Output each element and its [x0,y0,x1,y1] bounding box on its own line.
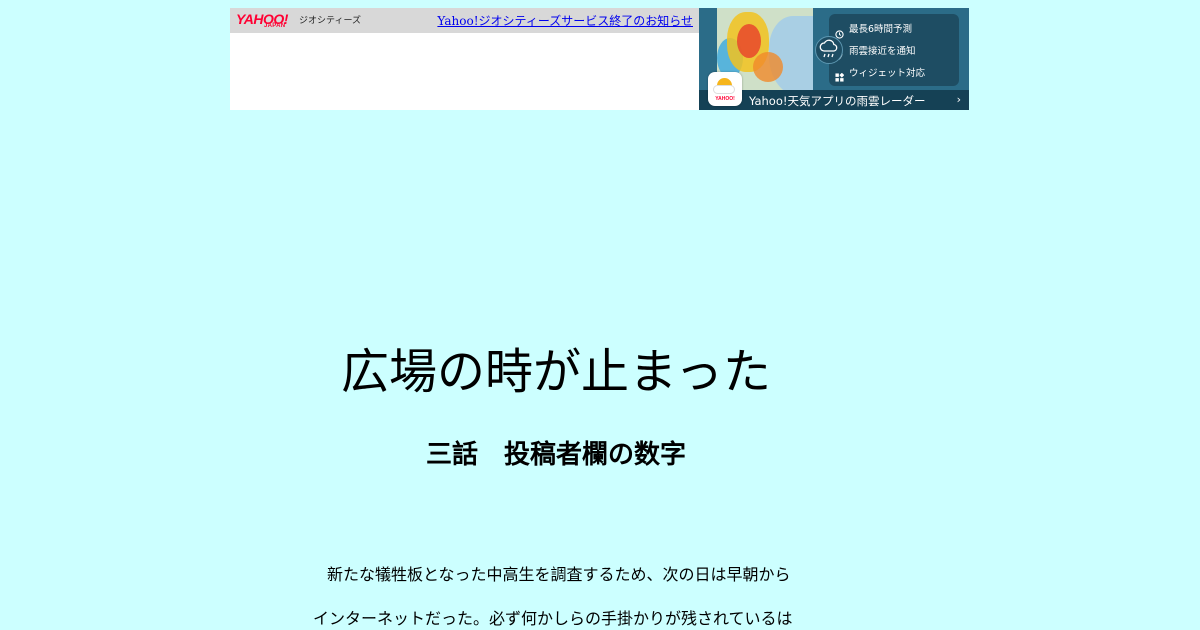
ad-footer-text: Yahoo!天気アプリの雨雲レーダー [749,94,926,108]
ad-feature-panel: 最長6時間予測 雨雲接近を通知 ウィジェット対応 [829,14,959,86]
weather-app-ad[interactable]: 最長6時間予測 雨雲接近を通知 ウィジェット対応 Yahoo!天気アプリの雨雲レ… [699,8,969,110]
widget-icon [835,67,845,82]
chevron-right-icon: › [956,93,961,106]
yahoo-logo-sub: JAPAN [264,23,286,29]
geocities-banner: YAHOO! JAPAN ジオシティーズ Yahoo!ジオシティーズサービス終了… [230,8,969,110]
paragraph-line-2: インターネットだった。必ず何かしらの手掛かりが残されているは [313,609,793,628]
ad-feature-widget: ウィジェット対応 [849,68,926,79]
service-end-notice-link[interactable]: Yahoo!ジオシティーズサービス終了のお知らせ [437,12,693,29]
paragraph-line-1: 新たな犠牲板となった中高生を調査するため、次の日は早朝から [311,565,791,584]
rain-cloud-icon [815,36,843,64]
geocities-header-bar: YAHOO! JAPAN ジオシティーズ Yahoo!ジオシティーズサービス終了… [230,8,699,33]
ad-feature-notify: 雨雲接近を通知 [849,46,916,57]
app-icon-label: YAHOO! [715,96,735,102]
weather-app-icon: YAHOO! [708,72,742,106]
yahoo-japan-logo[interactable]: YAHOO! JAPAN [236,11,298,29]
chapter-subtitle: 三話 投稿者欄の数字 [425,440,686,470]
geocities-service-name: ジオシティーズ [299,16,362,26]
clock-icon [835,24,844,39]
ad-feature-forecast: 最長6時間予測 [849,24,913,35]
page-title: 広場の時が止まった [340,344,772,400]
